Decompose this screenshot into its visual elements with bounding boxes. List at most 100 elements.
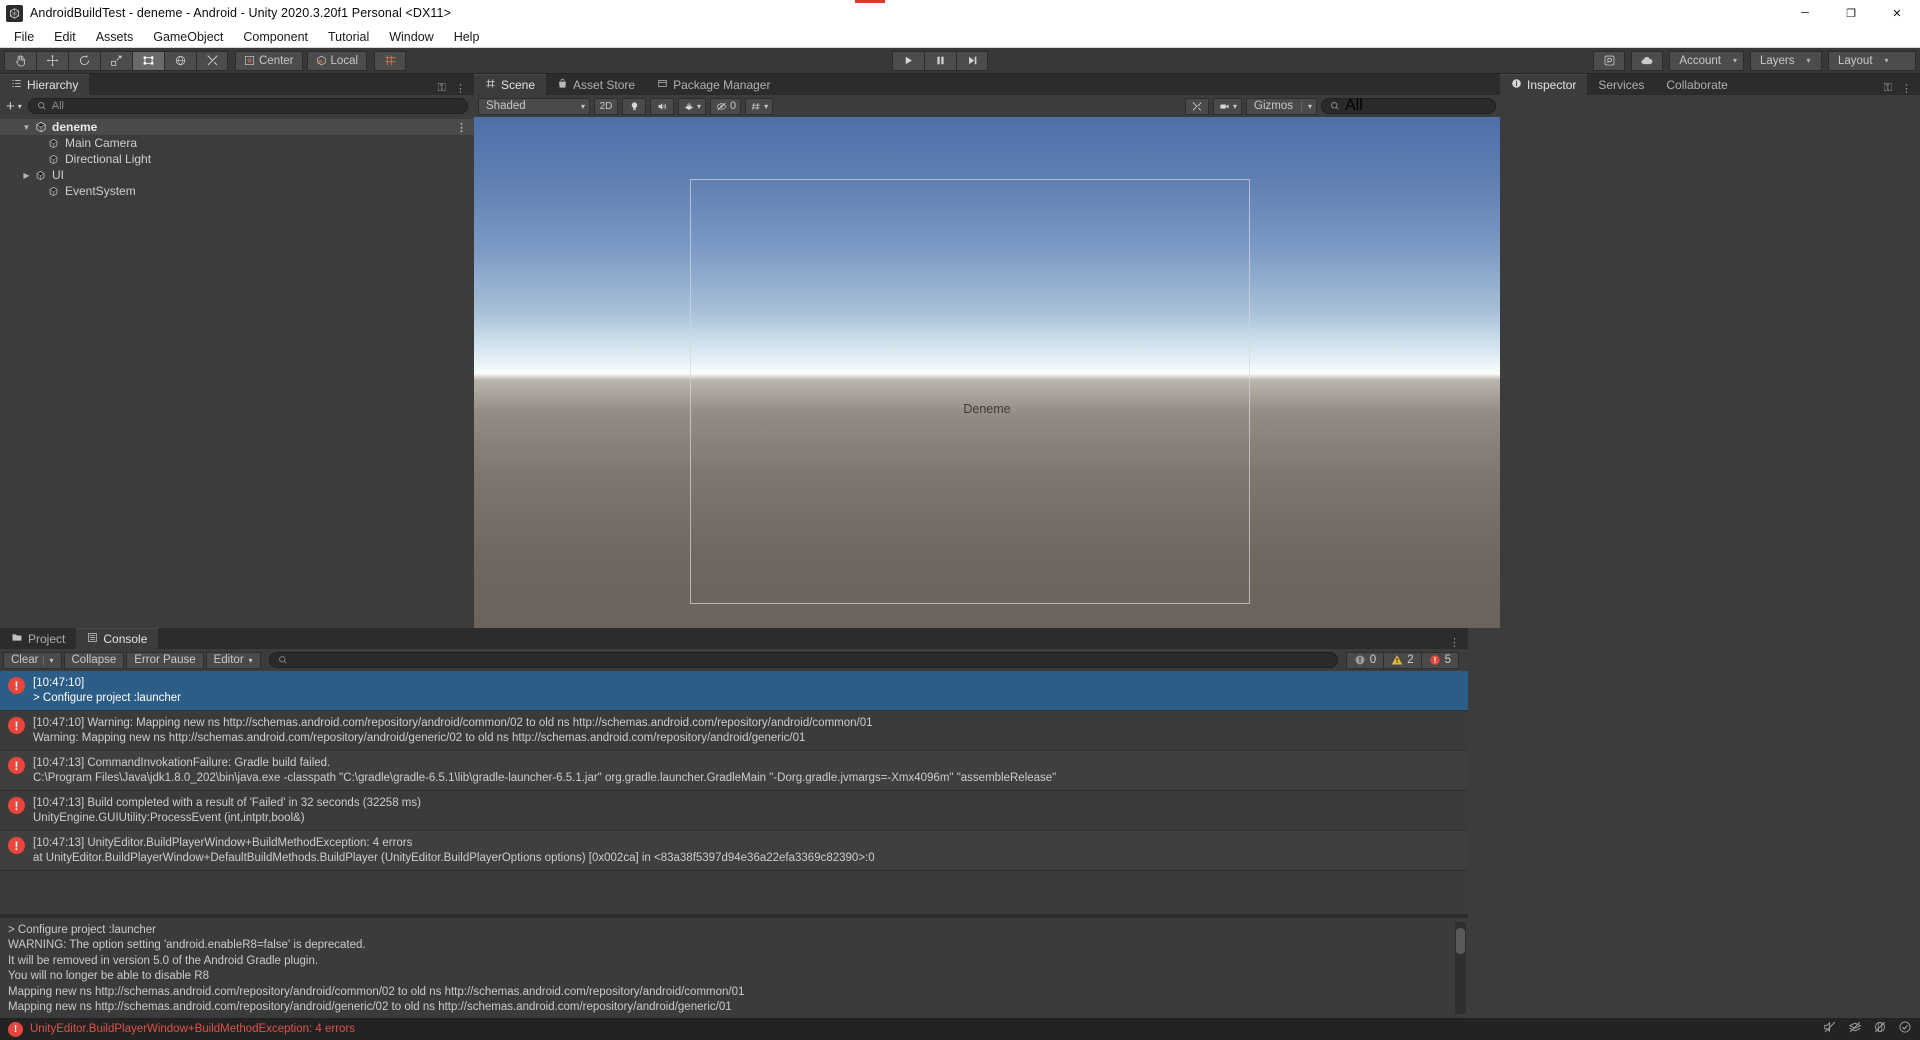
scene-search-input[interactable]: All (1321, 97, 1496, 114)
hierarchy-row-directional-light[interactable]: Directional Light (0, 151, 474, 167)
pause-button[interactable] (924, 50, 956, 71)
tab-console[interactable]: Console (76, 628, 159, 649)
tab-package-manager[interactable]: Package Manager (646, 74, 781, 95)
kebab-menu-icon[interactable]: ⋮ (455, 82, 466, 95)
expand-arrow-icon[interactable]: ▶ (20, 171, 33, 180)
draw-mode-dropdown[interactable]: Shaded ▾ (478, 97, 590, 115)
play-button[interactable] (892, 50, 924, 71)
account-dropdown[interactable]: Account ▾ (1669, 50, 1744, 71)
hierarchy-search-input[interactable]: All (27, 98, 468, 114)
collapse-toggle[interactable]: Collapse (63, 651, 125, 669)
log-entry[interactable]: ! [10:47:13] CommandInvokationFailure: G… (0, 751, 1468, 791)
tab-scene-label: Scene (501, 78, 536, 92)
console-counters: 0 2 5 (1345, 651, 1459, 669)
chevron-down-icon[interactable]: ▾ (1233, 102, 1237, 111)
layout-label: Layout (1838, 54, 1873, 67)
preview-off-icon[interactable] (1873, 1020, 1887, 1039)
lock-icon[interactable]: ⚿ (1884, 82, 1892, 95)
tab-asset-store-label: Asset Store (573, 77, 636, 92)
mute-audio-icon[interactable] (1823, 1020, 1837, 1039)
hierarchy-row-eventsystem[interactable]: EventSystem (0, 183, 474, 199)
transform-tool-icon[interactable] (164, 50, 196, 71)
hierarchy-row-main-camera[interactable]: Main Camera (0, 135, 474, 151)
kebab-menu-icon[interactable]: ⋮ (1901, 82, 1912, 95)
tab-scene[interactable]: Scene (474, 74, 547, 95)
pivot-mode-button[interactable]: Center (235, 50, 303, 71)
grid-snap-icon[interactable] (374, 50, 407, 71)
detail-scrollbar[interactable] (1455, 922, 1466, 1014)
menu-gameobject[interactable]: GameObject (143, 28, 233, 46)
tab-collaborate[interactable]: Collaborate (1655, 74, 1738, 95)
scene-tools-icon[interactable] (1184, 97, 1209, 115)
audio-toggle-icon[interactable] (650, 97, 674, 115)
console-detail-pane[interactable]: > Configure project :launcher WARNING: T… (0, 918, 1468, 1018)
hierarchy-search-placeholder: All (51, 100, 65, 112)
tab-hierarchy[interactable]: Hierarchy (0, 74, 90, 95)
hierarchy-row-scene[interactable]: ▼ deneme ⋮ (0, 119, 474, 135)
menu-component[interactable]: Component (233, 28, 318, 46)
log-entry[interactable]: ! [10:47:10] > Configure project :launch… (0, 671, 1468, 711)
scrollbar-thumb[interactable] (1456, 928, 1465, 954)
menu-window[interactable]: Window (379, 28, 443, 46)
hierarchy-row-ui[interactable]: ▶ UI (0, 167, 474, 183)
move-tool-icon[interactable] (36, 50, 68, 71)
hand-tool-icon[interactable] (4, 50, 36, 71)
log-entry[interactable]: ! [10:47:10] Warning: Mapping new ns htt… (0, 711, 1468, 751)
expand-arrow-icon[interactable]: ▼ (20, 123, 33, 132)
tab-inspector-label: Inspector (1527, 78, 1577, 92)
warning-count-button[interactable]: 2 (1383, 651, 1421, 669)
lock-icon[interactable]: ⚿ (438, 82, 446, 95)
tab-project[interactable]: Project (0, 628, 76, 649)
clear-button[interactable]: Clear ▾ (3, 651, 62, 669)
effects-toggle-button[interactable]: ▾ (678, 97, 707, 115)
minimize-button[interactable]: ─ (1782, 0, 1828, 26)
hidden-objects-button[interactable]: 0 (710, 97, 742, 115)
error-pause-toggle[interactable]: Error Pause (126, 651, 204, 669)
cloud-icon[interactable] (1631, 50, 1664, 71)
console-search-input[interactable] (268, 652, 1338, 668)
plus-icon: + (6, 97, 15, 115)
layout-dropdown[interactable]: Layout ▾ (1828, 50, 1916, 71)
menu-tutorial[interactable]: Tutorial (318, 28, 379, 46)
scene-viewport[interactable]: Deneme (474, 117, 1500, 628)
editor-dropdown[interactable]: Editor ▾ (205, 651, 261, 669)
gizmos-dropdown[interactable]: Gizmos ▾ (1246, 97, 1317, 115)
log-line: [10:47:13] Build completed with a result… (33, 797, 421, 809)
log-entry[interactable]: ! [10:47:13] Build completed with a resu… (0, 791, 1468, 831)
rotate-tool-icon[interactable] (68, 50, 100, 71)
log-entry[interactable]: ! [10:47:13] UnityEditor.BuildPlayerWind… (0, 831, 1468, 871)
scale-tool-icon[interactable] (100, 50, 132, 71)
tab-services[interactable]: Services (1587, 74, 1655, 95)
status-message[interactable]: UnityEditor.BuildPlayerWindow+BuildMetho… (30, 1023, 355, 1035)
rotation-mode-button[interactable]: Local (306, 50, 368, 71)
hierarchy-tab-actions: ⚿ ⋮ (438, 82, 474, 95)
rect-transform-tool-icon[interactable] (132, 50, 164, 71)
info-count-button[interactable]: 0 (1345, 651, 1384, 669)
menu-edit[interactable]: Edit (44, 28, 86, 46)
layers-dropdown[interactable]: Layers ▾ (1750, 50, 1822, 71)
custom-tool-icon[interactable] (196, 50, 228, 71)
check-circle-icon[interactable] (1898, 1020, 1912, 1039)
scene-camera-button[interactable]: ▾ (1212, 97, 1242, 115)
add-gameobject-button[interactable]: + ▾ (6, 98, 22, 115)
menu-assets[interactable]: Assets (86, 28, 144, 46)
grid-visibility-button[interactable]: ▾ (745, 97, 774, 115)
collab-icon[interactable] (1593, 50, 1626, 71)
toggle-2d-button[interactable]: 2D (594, 97, 618, 115)
close-button[interactable]: ✕ (1874, 0, 1920, 26)
step-button[interactable] (956, 50, 988, 71)
menu-file[interactable]: File (4, 28, 44, 46)
tab-inspector[interactable]: Inspector (1500, 74, 1588, 95)
maximize-button[interactable]: ❐ (1828, 0, 1874, 26)
chevron-down-icon[interactable]: ▾ (697, 102, 701, 111)
error-count-button[interactable]: 5 (1420, 651, 1459, 669)
tab-asset-store[interactable]: Asset Store (546, 74, 646, 95)
chevron-down-icon[interactable]: ▾ (764, 102, 768, 111)
kebab-menu-icon[interactable]: ⋮ (1449, 636, 1460, 649)
menu-help[interactable]: Help (444, 28, 490, 46)
layers-off-icon[interactable] (1848, 1020, 1862, 1039)
chevron-down-icon[interactable]: ▾ (43, 655, 54, 665)
kebab-menu-icon[interactable]: ⋮ (456, 121, 468, 134)
log-entry-text: [10:47:10] > Configure project :launcher (33, 676, 181, 705)
lighting-toggle-icon[interactable] (622, 97, 646, 115)
